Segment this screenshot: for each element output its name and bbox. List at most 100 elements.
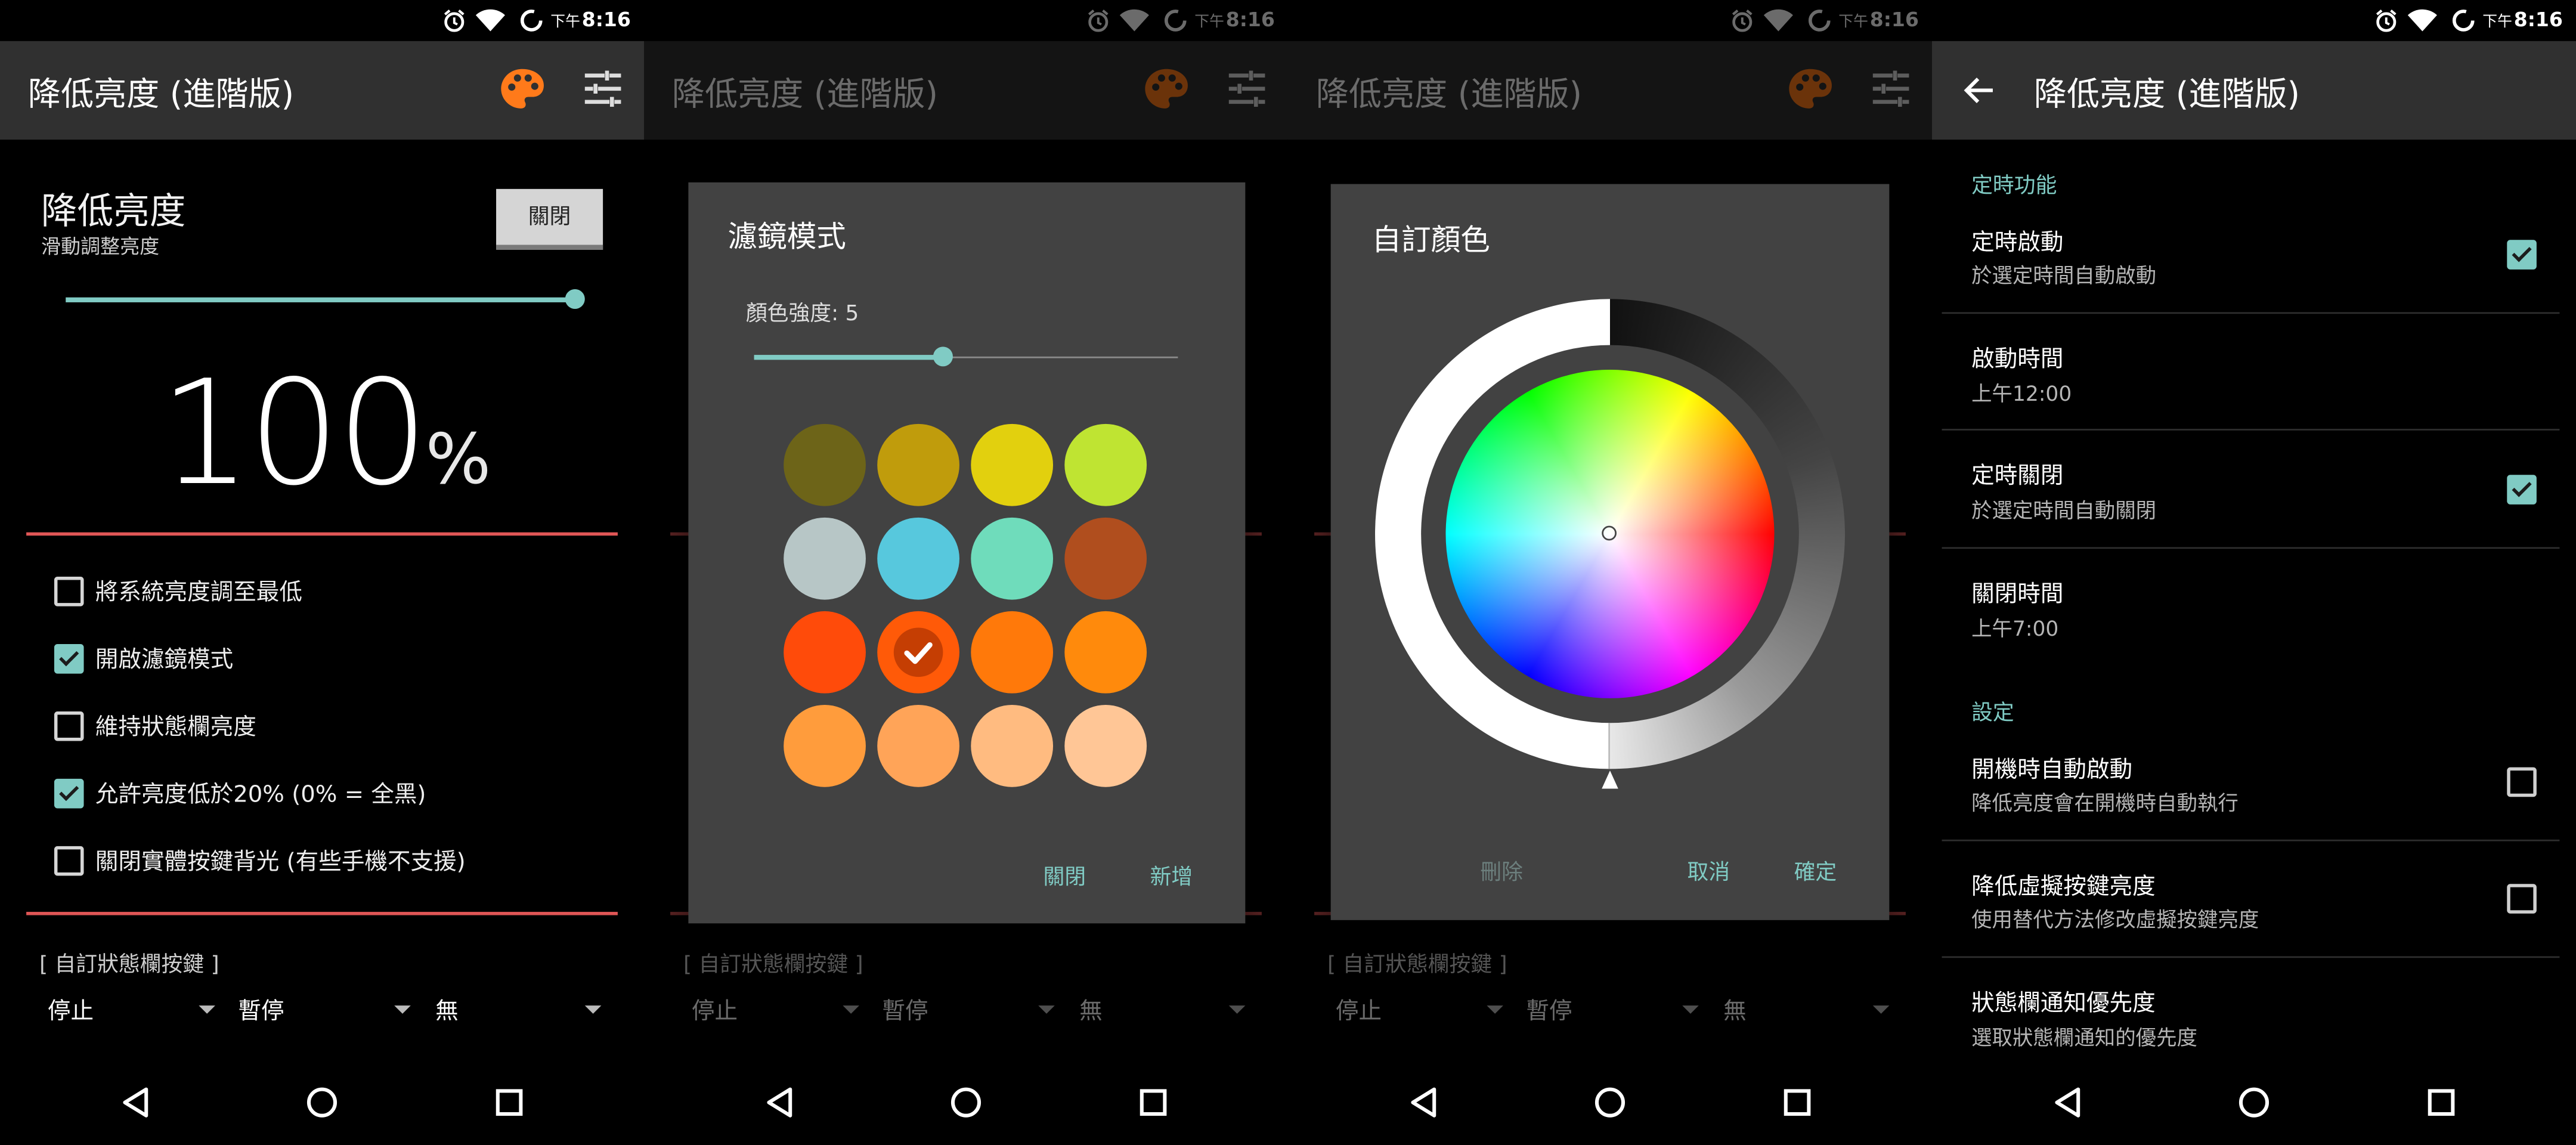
color-swatch[interactable] bbox=[877, 704, 959, 787]
checkbox-keep-statusbar-brightness[interactable] bbox=[54, 711, 84, 741]
toggle-off-button[interactable]: 關閉 bbox=[496, 188, 603, 250]
dialog-cancel-button[interactable]: 取消 bbox=[1687, 855, 1730, 886]
pref-title[interactable]: 啟動時間 bbox=[1971, 342, 2063, 375]
brightness-slider-thumb[interactable] bbox=[565, 289, 585, 309]
palette-icon[interactable] bbox=[498, 66, 547, 118]
checkbox-disable-key-backlight[interactable] bbox=[54, 846, 84, 876]
status-time: 下午8:16 bbox=[2482, 8, 2563, 32]
intensity-slider-thumb[interactable] bbox=[933, 346, 953, 367]
battery-charging-icon bbox=[2451, 8, 2476, 39]
color-swatch[interactable] bbox=[1064, 423, 1147, 506]
color-swatch[interactable] bbox=[877, 423, 959, 506]
checkbox-allow-below-20[interactable] bbox=[54, 778, 84, 809]
home-icon[interactable] bbox=[949, 1086, 982, 1119]
color-swatch[interactable] bbox=[1064, 517, 1147, 600]
pref-title: 定時啟動 bbox=[1971, 230, 2064, 256]
pref-title[interactable]: 狀態欄通知優先度 bbox=[1971, 986, 2156, 1019]
dialog-title: 濾鏡模式 bbox=[727, 220, 846, 255]
color-swatch[interactable] bbox=[784, 611, 866, 694]
checkmark-icon bbox=[893, 627, 943, 677]
divider bbox=[1942, 547, 2560, 549]
pref-title: 開機時自動啟動 bbox=[1971, 757, 2133, 784]
pref-summary: 於選定時間自動啟動 bbox=[1971, 262, 2157, 288]
option-label: 將系統亮度調至最低 bbox=[95, 580, 302, 606]
back-icon[interactable] bbox=[1408, 1086, 1438, 1119]
chevron-down-icon bbox=[199, 1005, 215, 1014]
divider-bottom bbox=[26, 912, 618, 915]
brightness-slider[interactable] bbox=[66, 289, 585, 312]
custom-keys-label: [ 自訂狀態欄按鍵 ] bbox=[39, 952, 219, 978]
intensity-label: 顏色強度: 5 bbox=[745, 302, 859, 327]
dimmer-subtitle: 滑動調整亮度 bbox=[41, 234, 160, 258]
color-swatch[interactable] bbox=[971, 611, 1054, 694]
spinner-stop[interactable]: 停止 bbox=[48, 994, 94, 1027]
app-title: 降低亮度 (進階版) bbox=[27, 73, 295, 114]
checkbox-dim-soft-keys[interactable] bbox=[2507, 884, 2537, 914]
divider bbox=[1942, 429, 2560, 431]
color-swatch[interactable] bbox=[877, 517, 959, 600]
back-icon[interactable] bbox=[120, 1086, 150, 1119]
arrow-back-icon[interactable] bbox=[1963, 76, 1996, 106]
settings-toolbar: 降低亮度 (進階版) bbox=[1931, 41, 2576, 140]
back-icon[interactable] bbox=[2052, 1086, 2082, 1119]
color-swatch[interactable] bbox=[784, 517, 866, 600]
filter-mode-dialog: 濾鏡模式 顏色強度: 5 關閉 新增 bbox=[688, 182, 1246, 924]
ring-marker-triangle[interactable] bbox=[1602, 770, 1618, 789]
tune-settings-icon[interactable] bbox=[583, 70, 623, 113]
pref-summary: 上午7:00 bbox=[1971, 616, 2059, 641]
option-label: 維持狀態欄亮度 bbox=[95, 714, 256, 741]
settings-title: 降低亮度 (進階版) bbox=[2033, 73, 2301, 114]
home-icon[interactable] bbox=[305, 1086, 338, 1119]
recents-icon[interactable] bbox=[1782, 1088, 1812, 1118]
dialog-close-button[interactable]: 關閉 bbox=[1043, 859, 1086, 890]
home-icon[interactable] bbox=[2237, 1086, 2270, 1119]
color-swatch[interactable] bbox=[971, 423, 1054, 506]
nav-bar bbox=[0, 1063, 644, 1145]
category-settings: 設定 bbox=[1971, 701, 2014, 726]
divider bbox=[1942, 956, 2560, 958]
alarm-icon bbox=[2374, 8, 2398, 39]
spinner-none[interactable]: 無 bbox=[435, 994, 459, 1027]
pref-summary: 上午12:00 bbox=[1971, 381, 2072, 406]
color-swatch[interactable] bbox=[971, 517, 1054, 600]
custom-color-dialog: 自訂顏色 刪除 取消 確定 bbox=[1330, 184, 1890, 920]
checkbox-min-system-brightness[interactable] bbox=[54, 577, 84, 606]
color-swatch[interactable] bbox=[971, 704, 1054, 787]
app-toolbar: 降低亮度 (進階版) bbox=[0, 41, 644, 140]
dialog-add-button[interactable]: 新增 bbox=[1150, 859, 1193, 890]
ring-marker-line bbox=[1608, 723, 1610, 769]
wheel-selector[interactable] bbox=[1602, 525, 1617, 541]
checkbox-filter-mode[interactable] bbox=[54, 643, 84, 674]
color-swatch-grid bbox=[784, 423, 1162, 802]
checkbox-schedule-stop[interactable] bbox=[2507, 475, 2537, 505]
screenshot-composite: 下午 8:16 降低亮度 (進階版) 降低亮度 滑動調整亮度 關閉 100% 將系… bbox=[0, 0, 2576, 1145]
dimmer-title: 降低亮度 bbox=[41, 192, 186, 234]
color-swatch[interactable] bbox=[1064, 704, 1147, 787]
dialog-delete-button[interactable]: 刪除 bbox=[1480, 855, 1523, 886]
home-icon[interactable] bbox=[1593, 1086, 1626, 1119]
pref-title[interactable]: 關閉時間 bbox=[1971, 577, 2063, 609]
recents-icon[interactable] bbox=[2426, 1088, 2456, 1118]
nav-bar bbox=[1931, 1063, 2576, 1145]
spinner-pause[interactable]: 暫停 bbox=[238, 994, 284, 1027]
percent-sign: % bbox=[425, 419, 491, 500]
color-swatch-selected[interactable] bbox=[877, 611, 959, 694]
intensity-slider[interactable] bbox=[754, 346, 1178, 370]
option-label: 關閉實體按鍵背光 (有些手機不支援) bbox=[95, 849, 466, 876]
back-icon[interactable] bbox=[764, 1086, 794, 1119]
color-swatch[interactable] bbox=[784, 423, 866, 506]
dialog-ok-button[interactable]: 確定 bbox=[1794, 855, 1837, 886]
color-swatch[interactable] bbox=[784, 704, 866, 787]
checkbox-start-on-boot[interactable] bbox=[2507, 767, 2537, 797]
dialog-title: 自訂顏色 bbox=[1371, 223, 1490, 258]
recents-icon[interactable] bbox=[1138, 1088, 1168, 1118]
pref-summary: 降低亮度會在開機時自動執行 bbox=[1971, 790, 2238, 815]
main-screen: 下午 8:16 降低亮度 (進階版) 降低亮度 滑動調整亮度 關閉 100% 將系… bbox=[0, 0, 644, 1145]
recents-icon[interactable] bbox=[494, 1088, 524, 1118]
category-schedule: 定時功能 bbox=[1971, 174, 2057, 199]
checkbox-schedule-start[interactable] bbox=[2507, 240, 2537, 270]
color-swatch[interactable] bbox=[1064, 611, 1147, 694]
toggle-off-label: 關閉 bbox=[528, 205, 571, 230]
percent-value: 100 bbox=[159, 348, 429, 518]
settings-screen: 下午 8:16 降低亮度 (進階版) 定時功能 定時啟動 於選定時間自動啟動 啟動… bbox=[1931, 0, 2576, 1145]
